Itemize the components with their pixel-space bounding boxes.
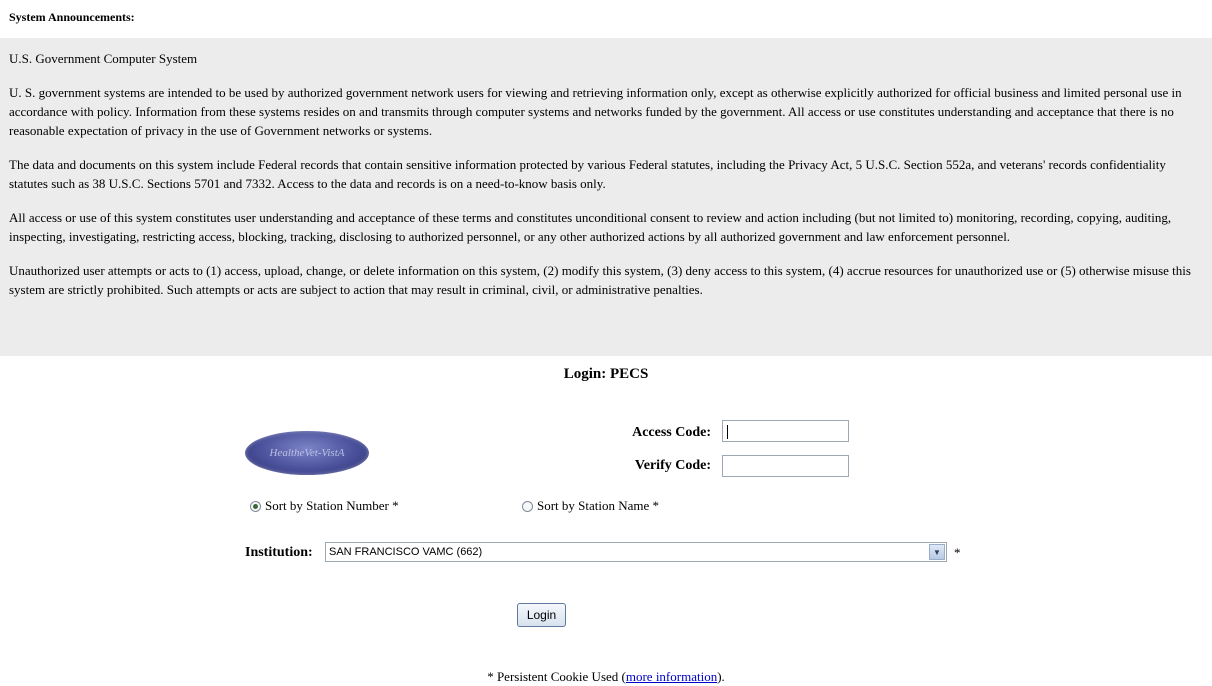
institution-selected-value: SAN FRANCISCO VAMC (662) — [329, 546, 483, 558]
sort-by-station-name-label: Sort by Station Name * — [537, 498, 660, 513]
radio-unselected-icon[interactable] — [522, 500, 533, 512]
sort-by-station-number-label: Sort by Station Number * — [265, 498, 399, 513]
cookie-notice-suffix: ). — [717, 669, 725, 684]
cookie-notice: * Persistent Cookie Used (more informati… — [0, 669, 1212, 685]
institution-select[interactable]: SAN FRANCISCO VAMC (662) ▼ — [325, 542, 947, 562]
cookie-notice-prefix: * Persistent Cookie Used ( — [487, 669, 626, 684]
announcement-paragraph: The data and documents on this system in… — [9, 157, 1166, 191]
login-page: System Announcements: U.S. Government Co… — [0, 0, 1212, 686]
announcements-panel: U.S. Government Computer System U. S. go… — [0, 38, 1212, 356]
logo-text: HealtheVet-VistA — [269, 447, 345, 459]
announcement-paragraph: All access or use of this system constit… — [9, 210, 1172, 244]
sort-by-station-number-option[interactable]: Sort by Station Number * — [250, 498, 399, 514]
announcements-heading: System Announcements: — [9, 10, 135, 24]
announcement-paragraph: Unauthorized user attempts or acts to (1… — [9, 263, 1191, 297]
required-marker: * — [954, 545, 961, 560]
text-cursor — [727, 425, 728, 439]
login-button[interactable]: Login — [517, 603, 566, 627]
institution-label: Institution: — [245, 545, 313, 560]
access-code-label: Access Code: — [632, 425, 711, 440]
healthevet-vista-logo: HealtheVet-VistA — [245, 431, 369, 475]
sort-by-station-name-option[interactable]: Sort by Station Name * — [522, 498, 659, 514]
chevron-down-icon[interactable]: ▼ — [929, 544, 945, 560]
more-information-link[interactable]: more information — [626, 669, 717, 684]
login-title: Login: PECS — [563, 366, 649, 382]
announcement-paragraph: U.S. Government Computer System — [9, 51, 198, 66]
radio-selected-icon[interactable] — [250, 500, 261, 512]
verify-code-label: Verify Code: — [634, 458, 711, 473]
access-code-input[interactable] — [722, 420, 849, 442]
announcement-paragraph: U. S. government systems are intended to… — [9, 85, 1182, 138]
verify-code-input[interactable] — [722, 455, 849, 477]
